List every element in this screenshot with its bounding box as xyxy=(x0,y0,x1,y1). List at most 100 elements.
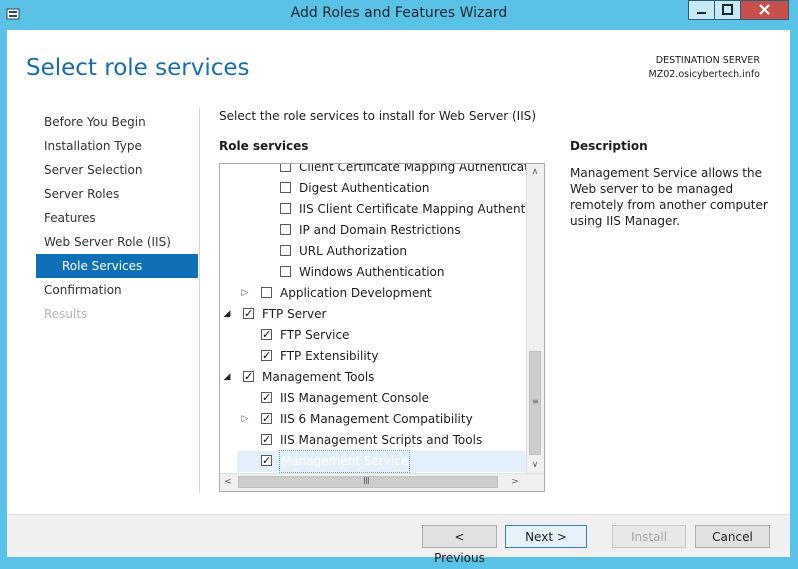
tree-item-label: IIS 6 Management Compatibility xyxy=(280,412,473,426)
nav-item-server-selection[interactable]: Server Selection xyxy=(36,158,198,182)
tree-item-label: IIS Client Certificate Mapping Authentic… xyxy=(299,202,545,216)
nav-item-features[interactable]: Features xyxy=(36,206,198,230)
wizard-client-area: Select role services DESTINATION SERVER … xyxy=(7,30,790,565)
tree-row[interactable]: Windows Authentication xyxy=(220,262,529,283)
checkbox[interactable]: ✓ xyxy=(243,308,254,319)
checkmark-icon: ✓ xyxy=(262,412,272,425)
tree-item-label: Management Service xyxy=(278,450,411,473)
tree-row[interactable]: Digest Authentication xyxy=(220,178,529,199)
destination-value: MZ02.osicybertech.info xyxy=(648,69,761,80)
destination-label: DESTINATION SERVER xyxy=(655,55,760,66)
checkmark-icon: ✓ xyxy=(244,307,254,320)
instruction-text: Select the role services to install for … xyxy=(219,109,537,123)
scroll-up-icon[interactable]: ∧ xyxy=(527,164,543,180)
checkbox[interactable]: ✓ xyxy=(261,329,272,340)
checkmark-icon: ✓ xyxy=(262,328,272,341)
nav-item-server-roles[interactable]: Server Roles xyxy=(36,182,198,206)
nav-item-role-services[interactable]: Role Services xyxy=(36,254,198,278)
checkbox[interactable] xyxy=(280,266,291,277)
role-services-header: Role services xyxy=(219,139,309,153)
vertical-scroll-thumb[interactable]: ≡ xyxy=(529,351,541,455)
nav-item-web-server-role[interactable]: Web Server Role (IIS) xyxy=(36,230,198,254)
tree-item-label: FTP Extensibility xyxy=(280,349,379,363)
tree-item-label: Client Certificate Mapping Authenticatio… xyxy=(299,163,545,174)
page-title: Select role services xyxy=(26,55,250,81)
close-button[interactable] xyxy=(740,0,789,20)
checkbox[interactable] xyxy=(280,182,291,193)
tree-item-label: Management Tools xyxy=(262,370,375,384)
tree-item-label: Application Development xyxy=(280,286,432,300)
close-icon xyxy=(759,4,770,15)
expand-arrow-icon[interactable]: ▷ xyxy=(240,283,250,304)
nav-item-installation-type[interactable]: Installation Type xyxy=(36,134,198,158)
minimize-button[interactable] xyxy=(688,0,715,20)
tree-row-selected[interactable]: ✓ Management Service xyxy=(237,450,529,473)
grip-icon: III xyxy=(363,476,370,487)
tree-item-label: FTP Server xyxy=(262,307,327,321)
tree-row[interactable]: ✓ IIS Management Console xyxy=(220,388,529,409)
tree-item-label: FTP Service xyxy=(280,328,350,342)
checkbox[interactable]: ✓ xyxy=(261,350,272,361)
description-text: Management Service allows the Web server… xyxy=(570,166,768,228)
tree-row[interactable]: ◢ ✓ FTP Server xyxy=(220,304,529,325)
scroll-right-icon[interactable]: > xyxy=(507,474,523,490)
checkbox[interactable] xyxy=(280,164,291,172)
checkmark-icon: ✓ xyxy=(262,391,272,404)
collapse-arrow-icon[interactable]: ◢ xyxy=(222,367,232,388)
next-button[interactable]: Next > xyxy=(505,525,587,548)
checkbox[interactable] xyxy=(280,203,291,214)
cancel-button[interactable]: Cancel xyxy=(695,525,770,548)
expand-arrow-icon[interactable]: ▷ xyxy=(240,409,250,430)
checkbox[interactable] xyxy=(261,287,272,298)
vertical-scrollbar[interactable]: ∧ ≡ ∨ xyxy=(526,164,544,474)
scroll-down-icon[interactable]: ∨ xyxy=(527,457,543,473)
nav-divider xyxy=(199,108,200,493)
wizard-nav: Before You Begin Installation Type Serve… xyxy=(36,110,198,326)
tree-item-label: IP and Domain Restrictions xyxy=(299,223,461,237)
checkbox[interactable] xyxy=(280,245,291,256)
description-header: Description xyxy=(570,139,648,153)
nav-item-confirmation[interactable]: Confirmation xyxy=(36,278,198,302)
tree-item-label: Digest Authentication xyxy=(299,181,430,195)
maximize-icon xyxy=(722,4,733,15)
previous-button[interactable]: < Previous xyxy=(422,525,497,565)
role-services-tree[interactable]: Client Certificate Mapping Authenticatio… xyxy=(219,163,545,492)
tree-row[interactable]: IIS Client Certificate Mapping Authentic… xyxy=(220,199,544,220)
tree-row[interactable]: URL Authorization xyxy=(220,241,529,262)
scroll-left-icon[interactable]: < xyxy=(220,474,236,490)
tree-row[interactable]: ◢ ✓ Management Tools xyxy=(220,367,529,388)
grip-icon: ≡ xyxy=(532,397,539,406)
title-bar[interactable]: Add Roles and Features Wizard xyxy=(0,0,798,30)
checkbox[interactable] xyxy=(280,224,291,235)
tree-item-label: URL Authorization xyxy=(299,244,407,258)
tree-item-label: Windows Authentication xyxy=(299,265,445,279)
checkmark-icon: ✓ xyxy=(262,349,272,362)
tree-row[interactable]: ✓ IIS Management Scripts and Tools xyxy=(220,430,529,451)
checkbox[interactable]: ✓ xyxy=(261,434,272,445)
nav-item-before-you-begin[interactable]: Before You Begin xyxy=(36,110,198,134)
nav-item-results: Results xyxy=(44,307,88,321)
tree-item-label: IIS Management Console xyxy=(280,391,430,405)
checkbox[interactable]: ✓ xyxy=(261,455,272,466)
checkmark-icon: ✓ xyxy=(244,370,254,383)
install-button: Install xyxy=(612,525,686,548)
checkbox[interactable]: ✓ xyxy=(261,392,272,403)
horizontal-scrollbar[interactable]: < III > xyxy=(220,473,544,491)
tree-row[interactable]: Client Certificate Mapping Authenticatio… xyxy=(220,164,544,178)
tree-row[interactable]: ✓ FTP Service xyxy=(220,325,529,346)
button-bar: < Previous Next > Install Cancel xyxy=(7,514,790,565)
tree-rows: Client Certificate Mapping Authenticatio… xyxy=(220,164,544,473)
scrollbar-corner xyxy=(527,474,544,491)
tree-row[interactable]: ▷ Application Development xyxy=(220,283,529,304)
checkbox[interactable]: ✓ xyxy=(261,413,272,424)
window-title: Add Roles and Features Wizard xyxy=(290,5,508,21)
collapse-arrow-icon[interactable]: ◢ xyxy=(222,304,232,325)
wizard-window: Add Roles and Features Wizard Select rol… xyxy=(0,0,798,565)
horizontal-scroll-thumb[interactable]: III xyxy=(238,476,498,488)
tree-row[interactable]: IP and Domain Restrictions xyxy=(220,220,529,241)
checkbox[interactable]: ✓ xyxy=(243,371,254,382)
maximize-button[interactable] xyxy=(714,0,741,20)
tree-row[interactable]: ✓ FTP Extensibility xyxy=(220,346,529,367)
tree-row[interactable]: ▷ ✓ IIS 6 Management Compatibility xyxy=(220,409,529,430)
tree-item-label: IIS Management Scripts and Tools xyxy=(280,433,483,447)
